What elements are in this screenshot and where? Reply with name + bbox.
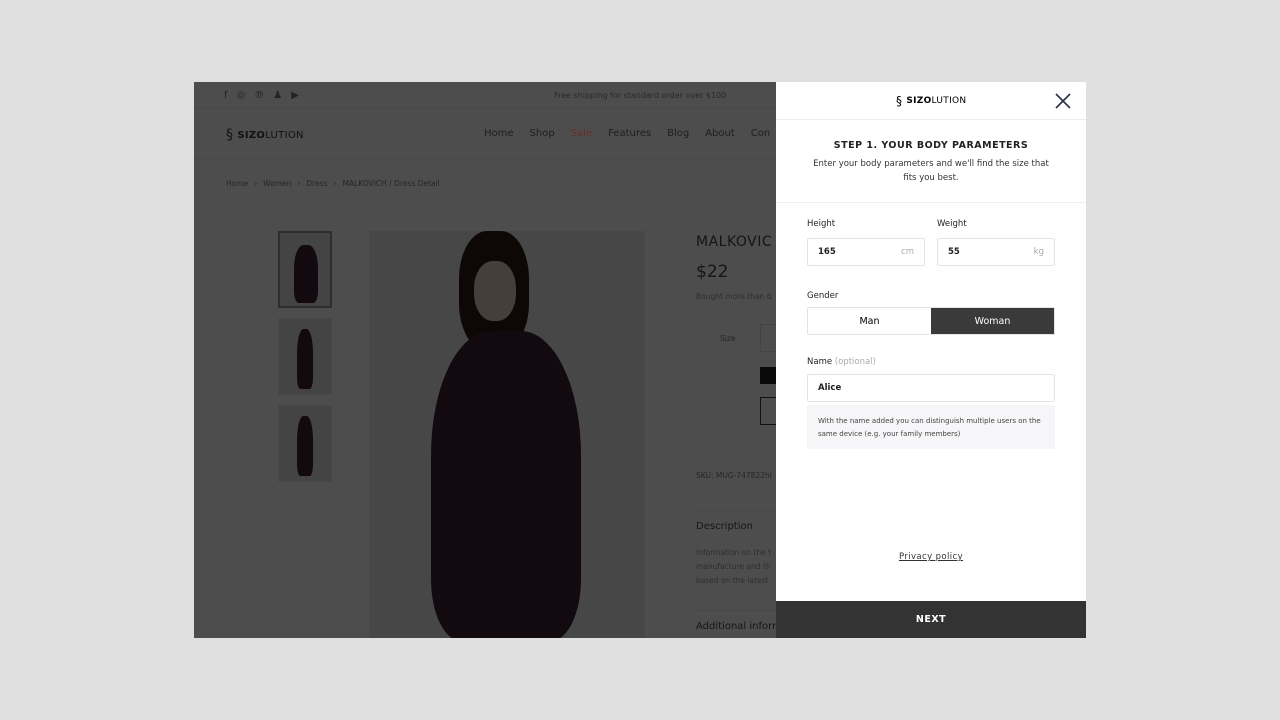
weight-label: Weight [937, 219, 967, 229]
nav-shop[interactable]: Shop [530, 128, 555, 139]
quantity-box[interactable] [760, 397, 776, 425]
sku: SKU: MUG-747822hi [696, 471, 772, 480]
logo-rest: LUTION [265, 129, 304, 141]
shop-logo[interactable]: § SIZOLUTION [226, 127, 304, 143]
panel-logo: § SIZOLUTION [896, 94, 966, 108]
height-input[interactable]: 165 cm [807, 238, 925, 266]
gender-woman-option[interactable]: Woman [931, 308, 1054, 334]
main-nav: § SIZOLUTION Home Shop Sale Features Blo… [194, 109, 776, 159]
gender-label: Gender [807, 291, 839, 301]
thumbnail-3[interactable] [278, 405, 332, 482]
product-title: MALKOVIC [696, 234, 773, 250]
size-label: Size [720, 334, 736, 343]
nav-home[interactable]: Home [484, 128, 514, 139]
weight-input[interactable]: 55 kg [937, 238, 1055, 266]
nav-blog[interactable]: Blog [667, 128, 689, 139]
youtube-icon[interactable]: ▶ [291, 90, 299, 101]
facebook-icon[interactable]: f [224, 90, 228, 101]
weight-unit: kg [1033, 247, 1044, 257]
height-label: Height [807, 219, 836, 229]
description-heading[interactable]: Description [696, 521, 753, 532]
nav-about[interactable]: About [705, 128, 735, 139]
snapchat-icon[interactable]: ♟ [273, 90, 282, 101]
product-image[interactable] [369, 231, 645, 638]
logo-rest: LUTION [931, 96, 967, 106]
thumbnail-1[interactable] [278, 231, 332, 308]
logo-bold: SIZO [906, 96, 932, 106]
privacy-policy-link[interactable]: Privacy policy [776, 552, 1086, 562]
top-bar: f ◎ ℗ ♟ ▶ Free shipping for standard ord… [194, 82, 776, 109]
breadcrumb-women[interactable]: Women [263, 179, 291, 188]
name-input[interactable]: Alice [807, 374, 1055, 402]
nav-sale[interactable]: Sale [571, 128, 592, 139]
instagram-icon[interactable]: ◎ [237, 90, 246, 101]
social-links: f ◎ ℗ ♟ ▶ [224, 90, 299, 101]
size-finder-panel: § SIZOLUTION STEP 1. YOUR BODY PARAMETER… [776, 82, 1086, 638]
next-button[interactable]: NEXT [776, 601, 1086, 638]
gender-man-option[interactable]: Man [808, 308, 931, 334]
height-unit: cm [901, 247, 914, 257]
shop-page: f ◎ ℗ ♟ ▶ Free shipping for standard ord… [194, 82, 776, 638]
nav-features[interactable]: Features [608, 128, 651, 139]
name-label: Name (optional) [807, 357, 876, 367]
weight-value: 55 [948, 247, 960, 257]
product-price: $22 [696, 262, 729, 282]
name-value: Alice [818, 383, 842, 393]
pinterest-icon[interactable]: ℗ [254, 90, 264, 101]
close-icon[interactable] [1054, 92, 1072, 110]
thumbnail-2[interactable] [278, 318, 332, 395]
step-title: STEP 1. YOUR BODY PARAMETERS [833, 140, 1029, 151]
name-hint: With the name added you can distinguish … [807, 405, 1055, 449]
find-size-button[interactable] [760, 367, 776, 384]
logo-bold: SIZO [237, 129, 266, 141]
additional-info-heading[interactable]: Additional inforr [696, 621, 776, 632]
breadcrumb-dress[interactable]: Dress [306, 179, 327, 188]
breadcrumb-current: MALKOVICH / Dress Detail [342, 179, 440, 188]
logo-icon: § [896, 94, 903, 108]
breadcrumb-home[interactable]: Home [226, 179, 248, 188]
breadcrumb: Home › Women › Dress › MALKOVICH / Dress De… [226, 179, 440, 188]
browser-viewport: f ◎ ℗ ♟ ▶ Free shipping for standard ord… [194, 82, 1086, 638]
height-value: 165 [818, 247, 836, 257]
nav-contact[interactable]: Con [751, 128, 770, 139]
gender-toggle: Man Woman [807, 307, 1055, 335]
shipping-notice: Free shipping for standard order over $1… [554, 91, 727, 100]
logo-icon: § [226, 127, 234, 143]
size-select[interactable] [760, 324, 776, 352]
bought-count: Bought more than 6 [696, 292, 772, 301]
description-text: Information on the t manufacture and th ba… [696, 548, 772, 585]
step-subtitle: Enter your body parameters and we'll fin… [813, 159, 1049, 183]
